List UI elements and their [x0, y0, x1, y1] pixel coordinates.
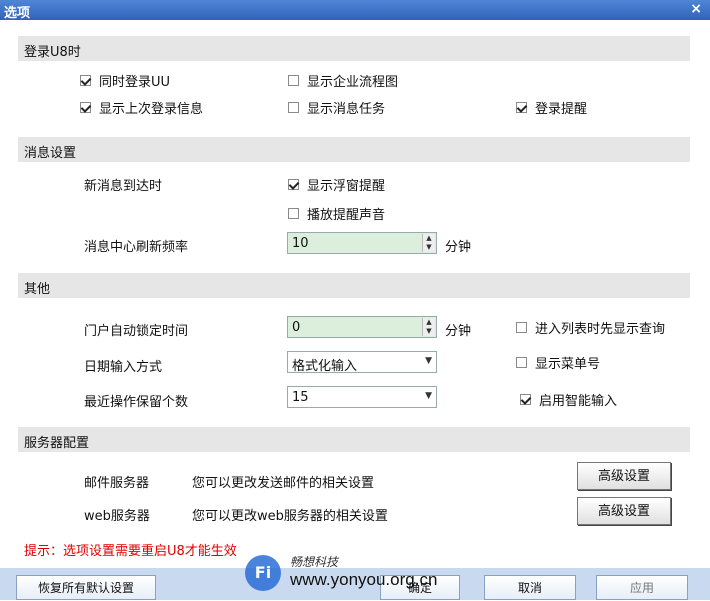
- checkbox-checked-icon[interactable]: [516, 101, 527, 113]
- checkbox-label: 播放提醒声音: [307, 207, 386, 223]
- checkbox-checked-icon[interactable]: [520, 393, 531, 405]
- cancel-button[interactable]: 取消: [484, 575, 576, 600]
- checkbox-label: 显示浮窗提醒: [307, 178, 386, 194]
- checkbox-label: 显示上次登录信息: [99, 101, 204, 117]
- checkbox-unchecked-icon[interactable]: [288, 74, 299, 86]
- checkbox-checked-icon[interactable]: [80, 74, 91, 86]
- section-login-title: 登录U8时: [24, 45, 81, 60]
- checkbox-checked-icon[interactable]: [288, 178, 299, 190]
- checkbox-simultaneous-uu[interactable]: 同时登录UU: [80, 72, 171, 90]
- checkbox-show-popup[interactable]: 显示浮窗提醒: [288, 176, 386, 194]
- refresh-unit-label: 分钟: [445, 240, 472, 255]
- date-input-label: 日期输入方式: [84, 360, 163, 375]
- checkbox-play-sound[interactable]: 播放提醒声音: [288, 205, 386, 223]
- checkbox-checked-icon[interactable]: [80, 101, 91, 113]
- watermark-cn-text: 畅想科技: [290, 555, 339, 569]
- close-icon[interactable]: ×: [690, 1, 702, 17]
- new-message-label: 新消息到达时: [84, 179, 163, 194]
- checkbox-show-last-login[interactable]: 显示上次登录信息: [80, 99, 204, 117]
- select-value: 格式化输入: [292, 359, 358, 374]
- checkbox-label: 进入列表时先显示查询: [535, 321, 666, 337]
- section-message: 消息设置: [18, 137, 690, 162]
- chevron-down-icon[interactable]: ▼: [425, 391, 432, 401]
- spinner-arrows-icon[interactable]: ▲ ▼: [422, 318, 435, 336]
- checkbox-label: 显示菜单号: [535, 356, 601, 372]
- checkbox-login-reminder[interactable]: 登录提醒: [516, 99, 588, 117]
- checkbox-show-flowchart[interactable]: 显示企业流程图: [288, 72, 399, 90]
- mail-advanced-button[interactable]: 高级设置: [577, 462, 671, 490]
- section-other: 其他: [18, 273, 690, 298]
- checkbox-smart-input[interactable]: 启用智能输入: [520, 391, 618, 409]
- checkbox-unchecked-icon[interactable]: [288, 101, 299, 113]
- recent-ops-label: 最近操作保留个数: [84, 395, 189, 410]
- apply-button[interactable]: 应用: [596, 575, 688, 600]
- web-advanced-button[interactable]: 高级设置: [577, 497, 671, 525]
- spinner-arrows-icon[interactable]: ▲ ▼: [422, 234, 435, 252]
- checkbox-label: 同时登录UU: [99, 74, 171, 90]
- restore-defaults-button[interactable]: 恢复所有默认设置: [16, 575, 156, 600]
- checkbox-list-query[interactable]: 进入列表时先显示查询: [516, 319, 666, 337]
- watermark-url: www.yonyou.org.cn: [290, 570, 438, 589]
- window-title: 选项: [4, 6, 31, 21]
- mail-server-desc: 您可以更改发送邮件的相关设置: [192, 476, 375, 491]
- spinner-value: 10: [292, 236, 309, 251]
- date-input-select[interactable]: 格式化输入 ▼: [287, 351, 437, 374]
- recent-ops-select[interactable]: 15 ▼: [287, 386, 437, 408]
- restart-hint: 提示：选项设置需要重启U8才能生效: [24, 544, 237, 559]
- watermark-logo-icon: Fi: [245, 555, 281, 591]
- web-server-desc: 您可以更改web服务器的相关设置: [192, 509, 388, 524]
- checkbox-show-menu-no[interactable]: 显示菜单号: [516, 354, 601, 372]
- checkbox-label: 登录提醒: [535, 101, 588, 117]
- section-login: 登录U8时: [18, 36, 690, 61]
- checkbox-label: 启用智能输入: [539, 393, 618, 409]
- section-server: 服务器配置: [18, 427, 690, 452]
- autolock-unit-label: 分钟: [445, 324, 472, 339]
- checkbox-unchecked-icon[interactable]: [516, 356, 527, 368]
- checkbox-label: 显示消息任务: [307, 101, 386, 117]
- checkbox-unchecked-icon[interactable]: [516, 321, 527, 333]
- refresh-frequency-label: 消息中心刷新频率: [84, 240, 189, 255]
- autolock-label: 门户自动锁定时间: [84, 324, 189, 339]
- spinner-value: 0: [292, 320, 301, 335]
- web-server-label: web服务器: [84, 509, 150, 524]
- checkbox-show-message-task[interactable]: 显示消息任务: [288, 99, 386, 117]
- chevron-down-icon[interactable]: ▼: [425, 356, 432, 366]
- checkbox-unchecked-icon[interactable]: [288, 207, 299, 219]
- select-value: 15: [292, 390, 309, 405]
- section-other-title: 其他: [24, 282, 51, 297]
- mail-server-label: 邮件服务器: [84, 476, 150, 491]
- refresh-frequency-spinner[interactable]: 10 ▲ ▼: [287, 232, 437, 254]
- section-server-title: 服务器配置: [24, 436, 90, 451]
- autolock-spinner[interactable]: 0 ▲ ▼: [287, 316, 437, 338]
- title-bar: 选项 ×: [0, 0, 710, 21]
- checkbox-label: 显示企业流程图: [307, 74, 399, 90]
- section-message-title: 消息设置: [24, 146, 77, 161]
